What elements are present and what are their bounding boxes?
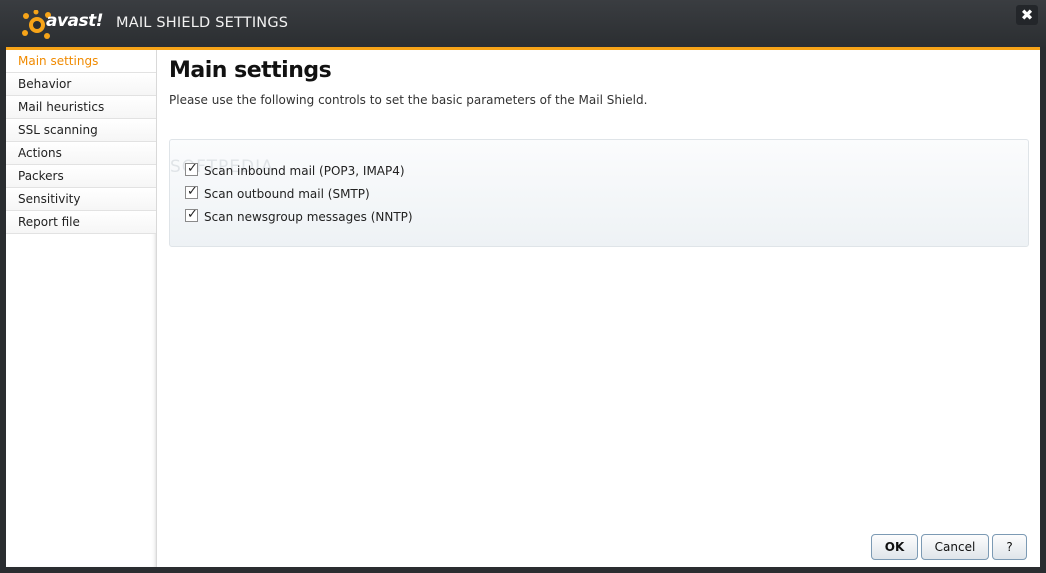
help-button[interactable]: ? (992, 534, 1027, 560)
checkmark-icon: ✓ (187, 207, 198, 222)
settings-sidebar: Main settings Behavior Mail heuristics S… (6, 50, 157, 567)
checkbox-scan-newsgroup[interactable]: ✓ (185, 207, 198, 222)
sidebar-item-main-settings[interactable]: Main settings (6, 50, 156, 73)
option-scan-inbound[interactable]: ✓ Scan inbound mail (POP3, IMAP4) (185, 161, 405, 180)
close-button[interactable]: ✖ (1016, 5, 1038, 25)
window-title: MAIL SHIELD SETTINGS (116, 15, 289, 31)
option-label: Scan inbound mail (POP3, IMAP4) (204, 164, 405, 178)
option-scan-newsgroup[interactable]: ✓ Scan newsgroup messages (NNTP) (185, 207, 413, 226)
content-area: Main settings Behavior Mail heuristics S… (6, 50, 1040, 567)
page-description: Please use the following controls to set… (169, 93, 648, 107)
mail-shield-settings-window: avast! MAIL SHIELD SETTINGS ✖ Main setti… (0, 0, 1046, 573)
sidebar-item-report-file[interactable]: Report file (6, 211, 156, 234)
sidebar-item-packers[interactable]: Packers (6, 165, 156, 188)
sidebar-item-mail-heuristics[interactable]: Mail heuristics (6, 96, 156, 119)
title-bar: avast! MAIL SHIELD SETTINGS ✖ (0, 0, 1046, 47)
close-icon: ✖ (1020, 6, 1034, 24)
options-group: SOFTPEDIA ✓ Scan inbound mail (POP3, IMAP… (169, 139, 1029, 247)
option-scan-outbound[interactable]: ✓ Scan outbound mail (SMTP) (185, 184, 370, 203)
main-panel: Main settings Please use the following c… (157, 50, 1040, 567)
option-label: Scan newsgroup messages (NNTP) (204, 210, 413, 224)
page-title: Main settings (169, 58, 332, 83)
logo-text: avast! (46, 11, 104, 31)
option-label: Scan outbound mail (SMTP) (204, 187, 370, 201)
ok-button[interactable]: OK (871, 534, 918, 560)
sidebar-item-ssl-scanning[interactable]: SSL scanning (6, 119, 156, 142)
sidebar-item-sensitivity[interactable]: Sensitivity (6, 188, 156, 211)
checkbox-scan-outbound[interactable]: ✓ (185, 184, 198, 199)
sidebar-item-actions[interactable]: Actions (6, 142, 156, 165)
checkmark-icon: ✓ (187, 184, 198, 199)
checkbox-scan-inbound[interactable]: ✓ (185, 161, 198, 176)
avast-logo: avast! (22, 10, 108, 40)
sidebar-item-behavior[interactable]: Behavior (6, 73, 156, 96)
checkmark-icon: ✓ (187, 161, 198, 176)
cancel-button[interactable]: Cancel (921, 534, 989, 560)
